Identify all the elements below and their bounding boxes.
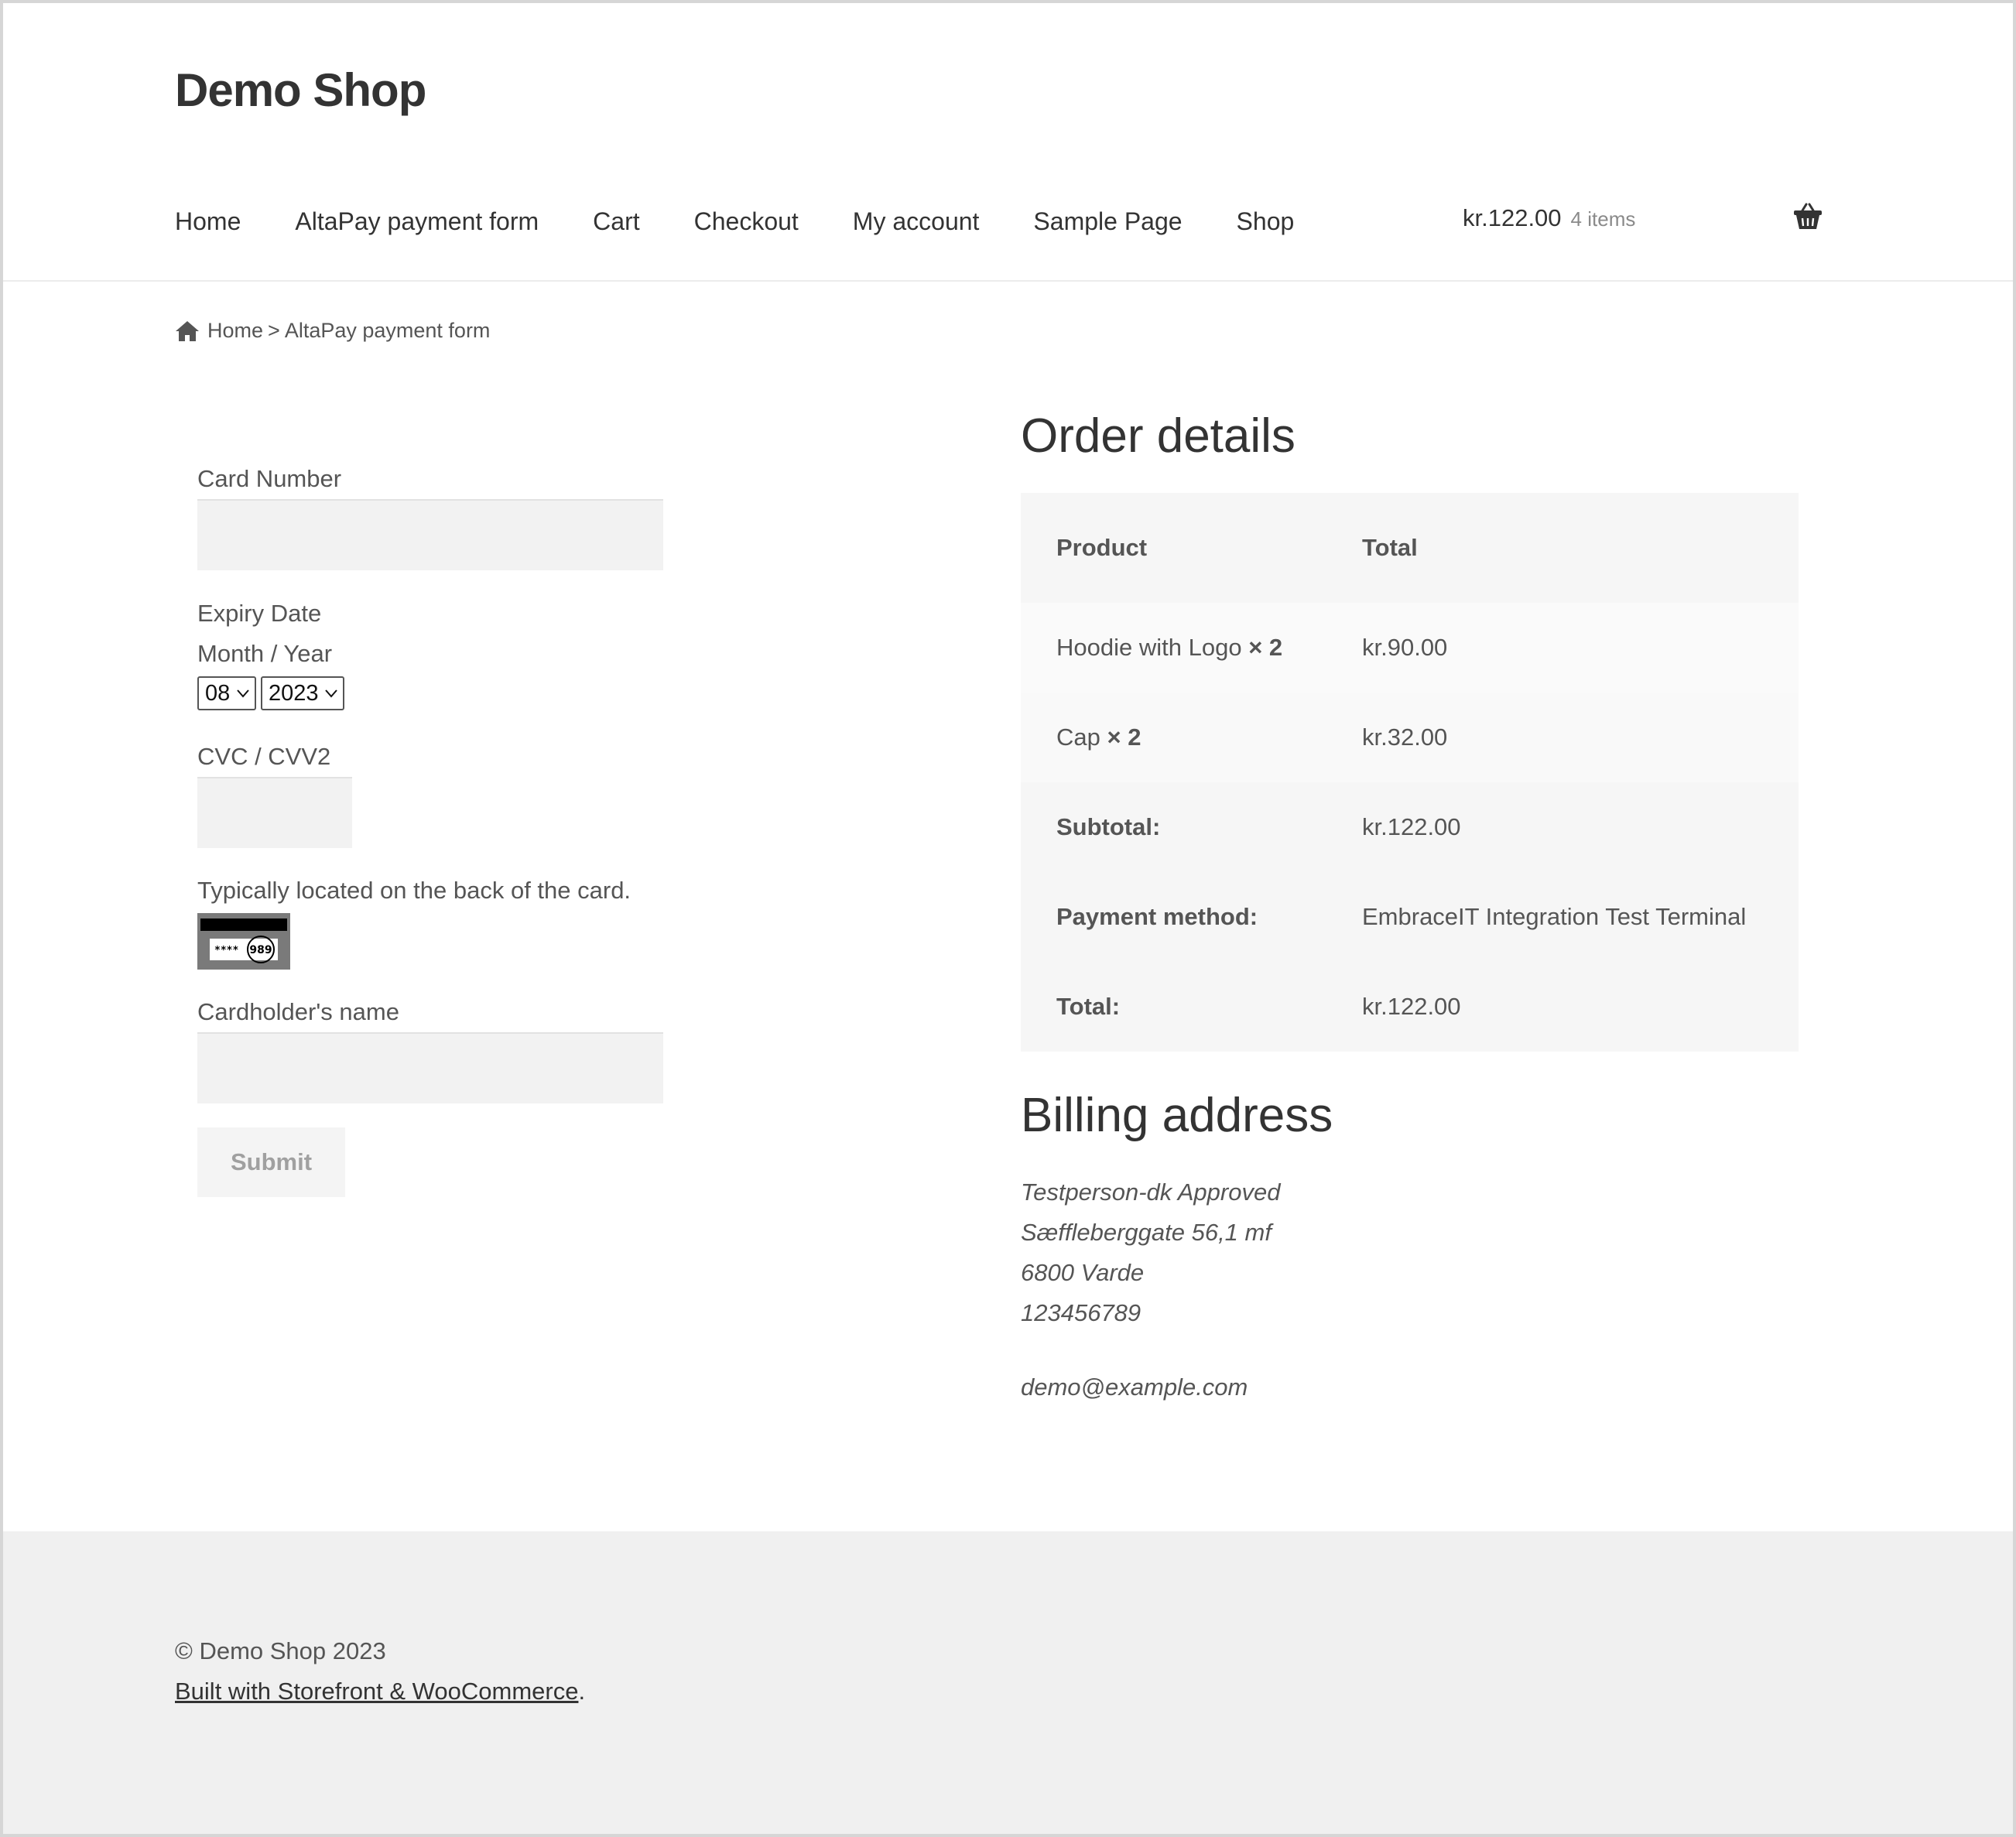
nav-item-sample-page[interactable]: Sample Page bbox=[1033, 207, 1182, 236]
cvc-hint-text: Typically located on the back of the car… bbox=[197, 877, 631, 904]
billing-address: Testperson-dk Approved Sæffleberggate 56… bbox=[1021, 1172, 1280, 1408]
expiry-month-select[interactable]: 08 bbox=[197, 676, 256, 710]
subtotal-label: Subtotal: bbox=[1056, 813, 1161, 840]
product-name[interactable]: Hoodie with Logo × 2 bbox=[1056, 634, 1282, 662]
subtotal-row: Subtotal: kr.122.00 bbox=[1021, 782, 1799, 872]
payment-method-row: Payment method: EmbraceIT Integration Te… bbox=[1021, 872, 1799, 962]
cart-item-count: 4 items bbox=[1570, 207, 1636, 231]
cvc-label: CVC / CVV2 bbox=[197, 743, 331, 770]
table-row: Hoodie with Logo × 2 kr.90.00 bbox=[1021, 603, 1799, 693]
product-total: kr.90.00 bbox=[1362, 634, 1448, 661]
nav-item-home[interactable]: Home bbox=[175, 207, 241, 236]
chevron-down-icon bbox=[237, 689, 249, 698]
chevron-down-icon bbox=[325, 689, 337, 698]
billing-phone: 123456789 bbox=[1021, 1299, 1141, 1326]
expiry-year-select[interactable]: 2023 bbox=[261, 676, 344, 710]
footer-credit: Built with Storefront & WooCommerce. bbox=[175, 1678, 585, 1705]
nav-item-cart[interactable]: Cart bbox=[593, 207, 639, 236]
billing-address-title: Billing address bbox=[1021, 1089, 1333, 1142]
expiry-year-value: 2023 bbox=[269, 680, 319, 706]
product-quantity: × 2 bbox=[1107, 724, 1141, 751]
expiry-month-value: 08 bbox=[205, 680, 231, 706]
payment-method-value: EmbraceIT Integration Test Terminal bbox=[1362, 903, 1747, 930]
storefront-woocommerce-link[interactable]: Built with Storefront & WooCommerce bbox=[175, 1678, 578, 1705]
month-year-label: Month / Year bbox=[197, 640, 333, 667]
product-name[interactable]: Cap × 2 bbox=[1056, 724, 1141, 751]
cardholder-name-label: Cardholder's name bbox=[197, 998, 399, 1025]
card-back-cvc-icon: **** 989 bbox=[197, 913, 290, 970]
billing-city: 6800 Varde bbox=[1021, 1259, 1145, 1286]
order-details-table: Product Total Hoodie with Logo × 2 kr.90… bbox=[1021, 493, 1799, 1052]
nav-item-checkout[interactable]: Checkout bbox=[694, 207, 799, 236]
breadcrumb-separator: > bbox=[268, 319, 280, 342]
submit-button[interactable]: Submit bbox=[197, 1127, 345, 1197]
nav-item-altapay-payment-form[interactable]: AltaPay payment form bbox=[295, 207, 539, 236]
product-total: kr.32.00 bbox=[1362, 724, 1448, 751]
order-details-title: Order details bbox=[1021, 409, 1296, 463]
card-number-input[interactable] bbox=[197, 499, 663, 570]
site-footer: © Demo Shop 2023 Built with Storefront &… bbox=[3, 1531, 2013, 1834]
header-cart-link[interactable]: kr.122.00 4 items bbox=[1463, 204, 1635, 232]
product-name-text: Cap bbox=[1056, 724, 1100, 751]
cardholder-name-input[interactable] bbox=[197, 1032, 663, 1103]
expiry-date-label: Expiry Date bbox=[197, 600, 322, 627]
header-divider bbox=[3, 280, 2013, 282]
billing-name: Testperson-dk Approved bbox=[1021, 1178, 1281, 1206]
cart-total-amount: kr.122.00 bbox=[1463, 204, 1562, 231]
home-icon bbox=[176, 320, 199, 341]
basket-icon[interactable] bbox=[1793, 203, 1823, 231]
table-row: Cap × 2 kr.32.00 bbox=[1021, 693, 1799, 782]
breadcrumb-home[interactable]: Home bbox=[207, 319, 263, 343]
billing-email: demo@example.com bbox=[1021, 1373, 1248, 1401]
breadcrumb-current: AltaPay payment form bbox=[284, 319, 491, 342]
primary-navigation: Home AltaPay payment form Cart Checkout … bbox=[175, 203, 1348, 240]
nav-item-my-account[interactable]: My account bbox=[853, 207, 980, 236]
column-header-total: Total bbox=[1362, 534, 1418, 561]
order-total-label: Total: bbox=[1056, 993, 1121, 1020]
cvc-image-mask: **** bbox=[214, 945, 238, 956]
site-title[interactable]: Demo Shop bbox=[175, 63, 426, 117]
breadcrumb: Home > AltaPay payment form bbox=[175, 319, 490, 343]
footer-copyright: © Demo Shop 2023 bbox=[175, 1637, 386, 1664]
subtotal-value: kr.122.00 bbox=[1362, 813, 1461, 840]
cvc-image-digits: 989 bbox=[249, 944, 272, 956]
column-header-product: Product bbox=[1056, 534, 1148, 561]
nav-item-shop[interactable]: Shop bbox=[1237, 207, 1295, 236]
billing-street: Sæffleberggate 56,1 mf bbox=[1021, 1219, 1272, 1246]
card-number-label: Card Number bbox=[197, 465, 342, 492]
product-quantity: × 2 bbox=[1248, 634, 1283, 661]
table-header-row: Product Total bbox=[1021, 493, 1799, 603]
order-total-value: kr.122.00 bbox=[1362, 993, 1461, 1020]
payment-method-label: Payment method: bbox=[1056, 903, 1258, 930]
order-total-row: Total: kr.122.00 bbox=[1021, 962, 1799, 1052]
footer-period: . bbox=[578, 1678, 586, 1705]
cvc-input[interactable] bbox=[197, 777, 352, 848]
product-name-text: Hoodie with Logo bbox=[1056, 634, 1242, 661]
